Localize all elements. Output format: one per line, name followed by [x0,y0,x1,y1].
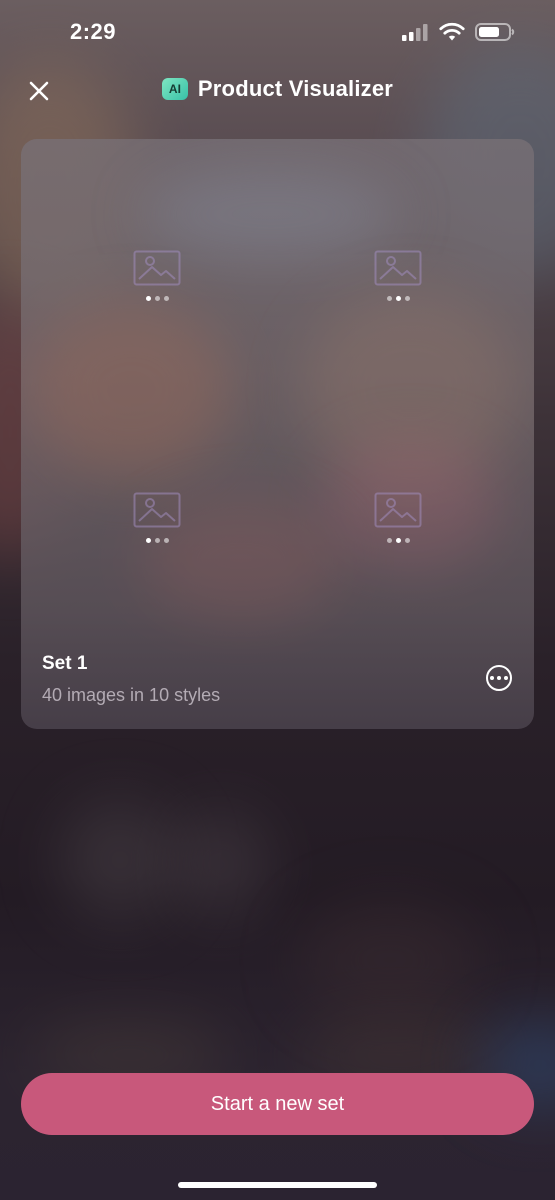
set-card[interactable]: Set 1 40 images in 10 styles [21,139,534,729]
loading-dots [386,296,410,301]
loading-dots [145,538,169,543]
more-options-icon [490,676,494,680]
status-time: 2:29 [70,19,117,44]
image-placeholder-icon [133,492,181,528]
battery-icon [475,23,515,41]
loading-dots [145,296,169,301]
card-footer: Set 1 40 images in 10 styles [21,639,534,729]
image-placeholder-icon [374,492,422,528]
start-new-set-button[interactable]: Start a new set [21,1073,534,1135]
loading-dots [386,538,410,543]
image-placeholder-icon [133,250,181,286]
set-subtitle: 40 images in 10 styles [42,685,221,705]
image-placeholder [374,492,422,543]
status-bar: 2:29 [0,0,555,64]
home-indicator[interactable] [178,1182,377,1188]
status-icons [401,22,515,42]
header: AI Product Visualizer [0,64,555,116]
more-options-button[interactable] [486,665,512,691]
set-name: Set 1 [42,653,88,674]
image-placeholder [133,492,181,543]
image-placeholder-icon [374,250,422,286]
ai-badge: AI [161,78,188,100]
cellular-signal-icon [402,24,428,41]
image-placeholder [133,250,181,301]
wifi-icon [439,22,465,41]
image-placeholder [374,250,422,301]
header-title-group: AI Product Visualizer [0,76,555,102]
page-title: Product Visualizer [197,76,394,101]
